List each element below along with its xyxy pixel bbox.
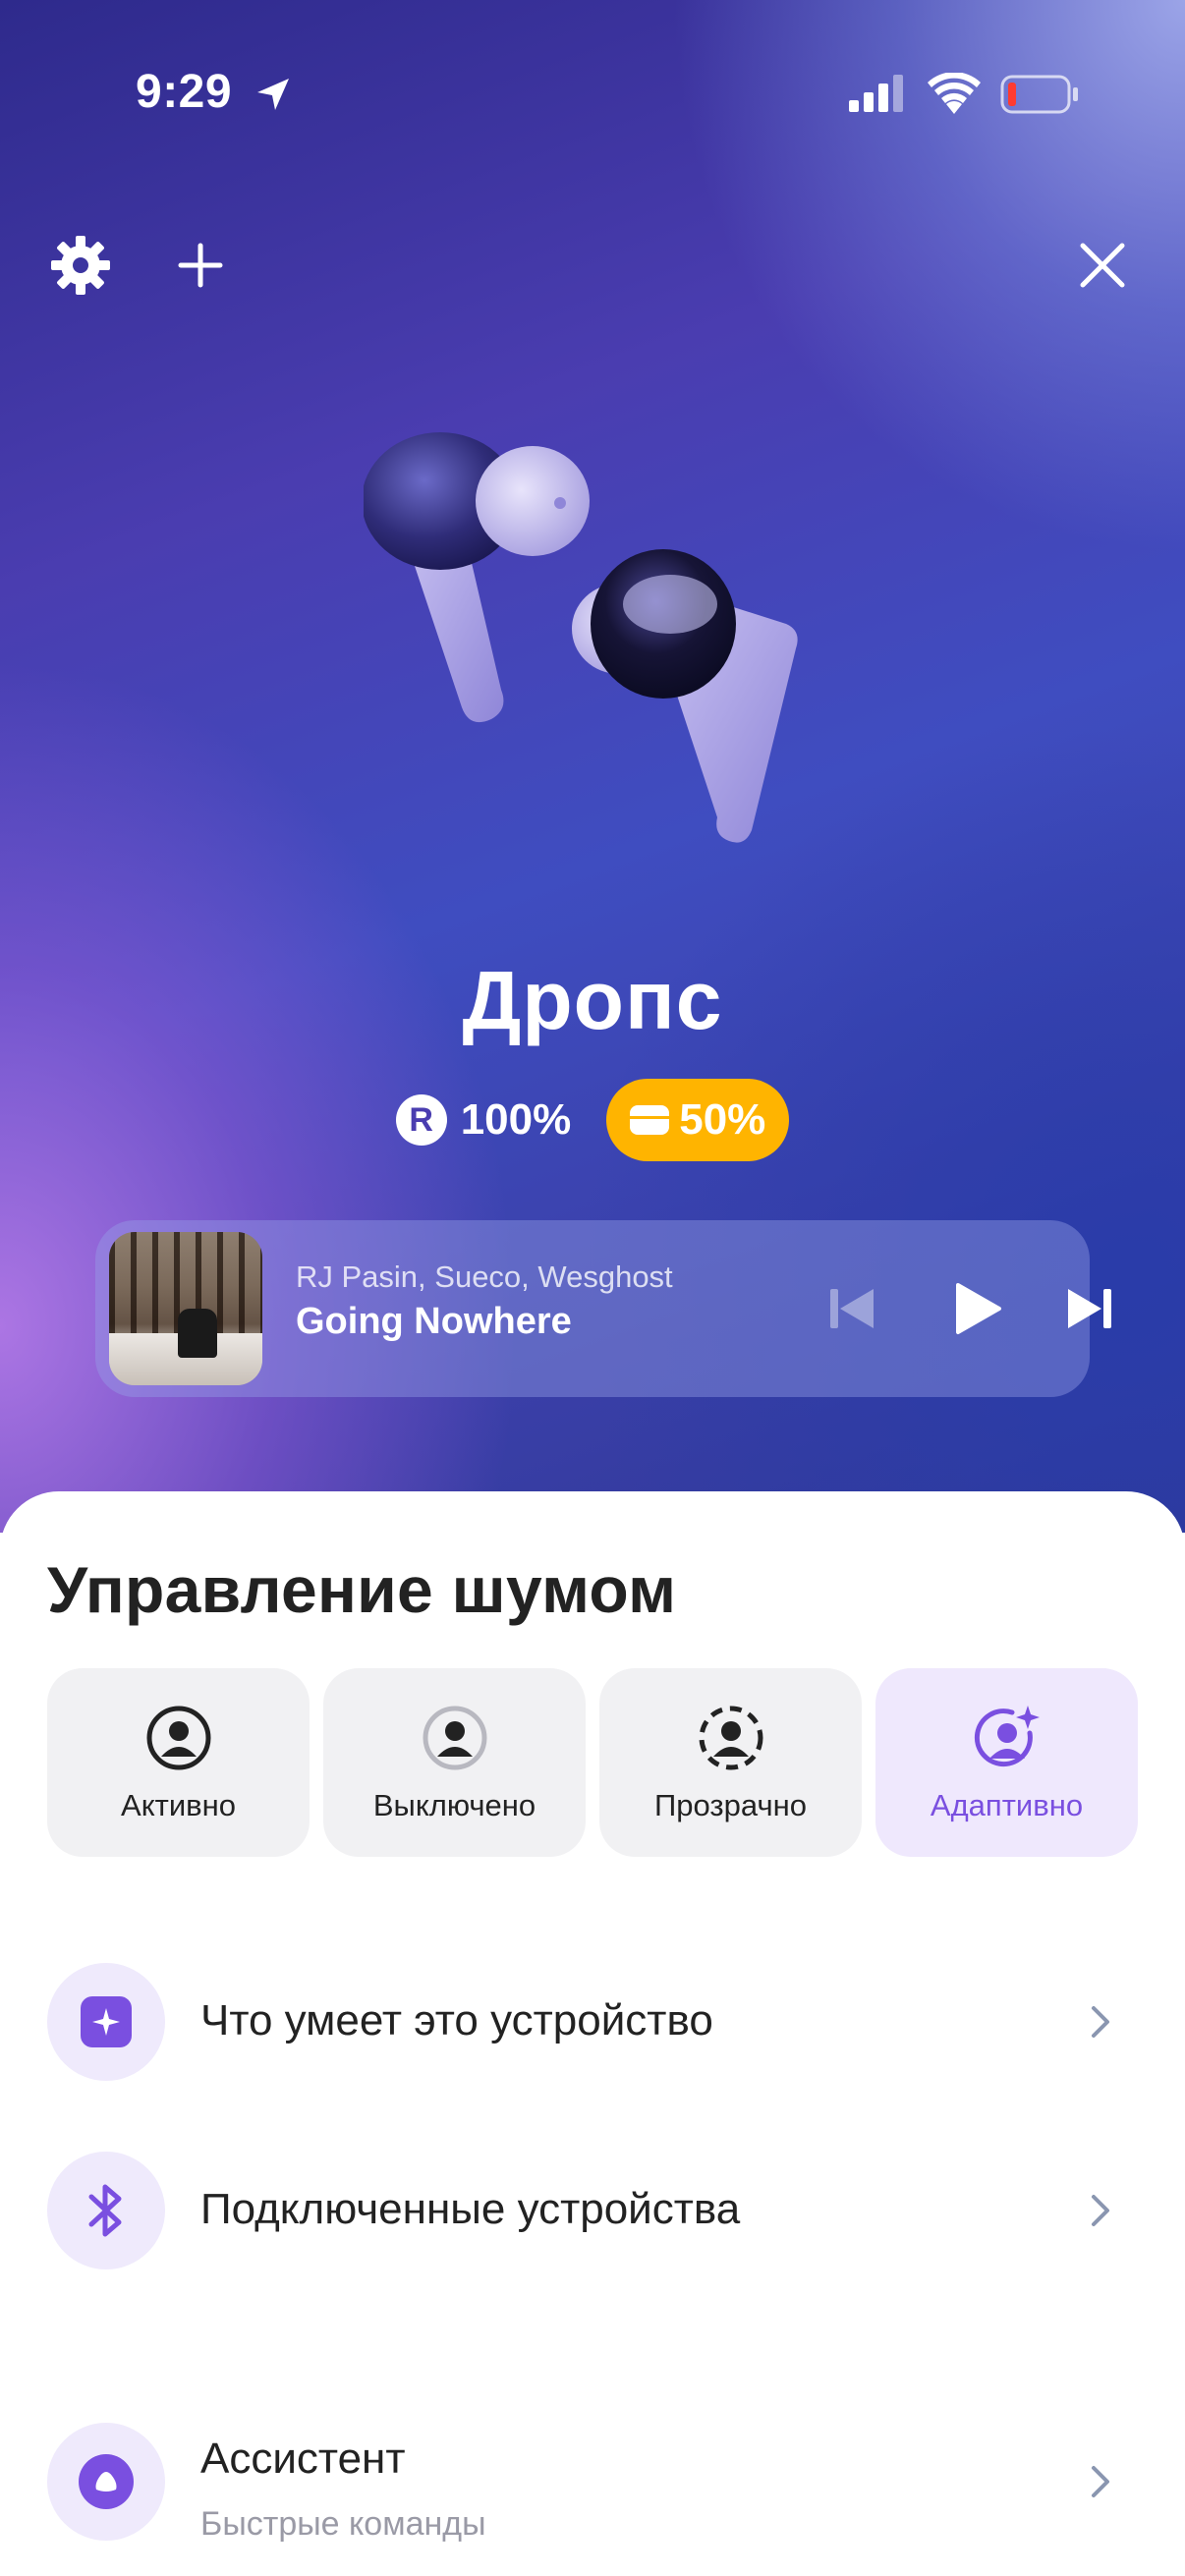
alice-icon <box>79 2454 134 2509</box>
device-name: Дропс <box>462 954 723 1046</box>
person-circle-icon <box>146 1706 210 1770</box>
chevron-right-icon <box>1092 2195 1109 2226</box>
mode-label: Активно <box>121 1788 236 1822</box>
noise-control-title: Управление шумом <box>47 1553 677 1626</box>
bottom-sheet: Управление шумом Активно Выключено Прозр… <box>0 1491 1185 2576</box>
menu-item-device-features[interactable]: Что умеет это устройство <box>47 1963 1138 2085</box>
earbuds-battery-value: 100% <box>460 1095 572 1144</box>
track-artist: RJ Pasin, Sueco, Wesghost <box>296 1260 673 1294</box>
close-icon <box>1080 243 1125 288</box>
person-dashed-circle-icon <box>699 1706 762 1770</box>
now-playing-card[interactable]: RJ Pasin, Sueco, Wesghost Going Nowhere <box>95 1220 1111 1397</box>
next-icon <box>1068 1289 1111 1328</box>
status-bar: 9:29 <box>0 61 1185 130</box>
previous-icon <box>830 1289 874 1328</box>
add-device-button[interactable] <box>161 226 240 305</box>
earbuds-battery: R 100% <box>395 1094 572 1146</box>
row-icon-container <box>47 2423 165 2541</box>
row-subtitle: Быстрые команды <box>200 2505 486 2543</box>
bluetooth-icon <box>88 2184 122 2237</box>
case-battery-value: 50% <box>679 1095 766 1144</box>
chevron-right-icon <box>1092 2466 1109 2497</box>
wifi-icon <box>928 73 981 114</box>
menu-item-assistant[interactable]: Ассистент Быстрые команды <box>47 2423 1138 2545</box>
person-off-icon <box>423 1706 486 1770</box>
row-title: Что умеет это устройство <box>200 1996 713 2044</box>
play-icon <box>956 1283 1001 1334</box>
mode-adaptive[interactable]: Адаптивно <box>875 1668 1138 1857</box>
person-sparkle-icon <box>974 1706 1040 1767</box>
earbuds-image <box>364 432 798 843</box>
status-time: 9:29 <box>136 66 233 118</box>
row-icon-container <box>47 2152 165 2269</box>
row-title: Подключенные устройства <box>200 2185 741 2233</box>
location-arrow-icon <box>257 79 289 110</box>
mode-label: Выключено <box>372 1788 536 1822</box>
mode-off[interactable]: Выключено <box>323 1668 586 1857</box>
battery-status: R 100% 50% <box>0 1079 1185 1161</box>
close-button[interactable] <box>1063 226 1142 305</box>
mode-label: Прозрачно <box>654 1788 807 1822</box>
hero-header: 9:29 Дропс R 100% 50% RJ Pasin, Sueco, W… <box>0 0 1185 1533</box>
row-title: Ассистент <box>200 2435 406 2483</box>
album-art <box>109 1232 262 1385</box>
case-icon <box>630 1105 670 1135</box>
case-battery-badge: 50% <box>606 1079 790 1161</box>
plus-icon <box>178 243 223 288</box>
row-icon-container <box>47 1963 165 2081</box>
sparkle-icon <box>81 1996 132 2047</box>
gear-icon <box>51 236 110 295</box>
menu-item-connected-devices[interactable]: Подключенные устройства <box>47 2152 1138 2273</box>
earbuds-badge-icon: R <box>395 1094 447 1146</box>
cellular-signal-icon <box>849 75 903 112</box>
play-button[interactable] <box>940 1271 1015 1346</box>
noise-mode-selector: Активно Выключено Прозрачно Адаптивно <box>47 1668 1138 1857</box>
chevron-right-icon <box>1092 2006 1109 2038</box>
battery-low-icon <box>1000 75 1078 114</box>
track-title: Going Nowhere <box>296 1301 572 1342</box>
mode-active[interactable]: Активно <box>47 1668 310 1857</box>
settings-button[interactable] <box>41 226 120 305</box>
mode-transparency[interactable]: Прозрачно <box>599 1668 862 1857</box>
previous-track-button[interactable] <box>815 1271 889 1346</box>
next-track-button[interactable] <box>1052 1271 1127 1346</box>
mode-label: Адаптивно <box>930 1788 1084 1822</box>
